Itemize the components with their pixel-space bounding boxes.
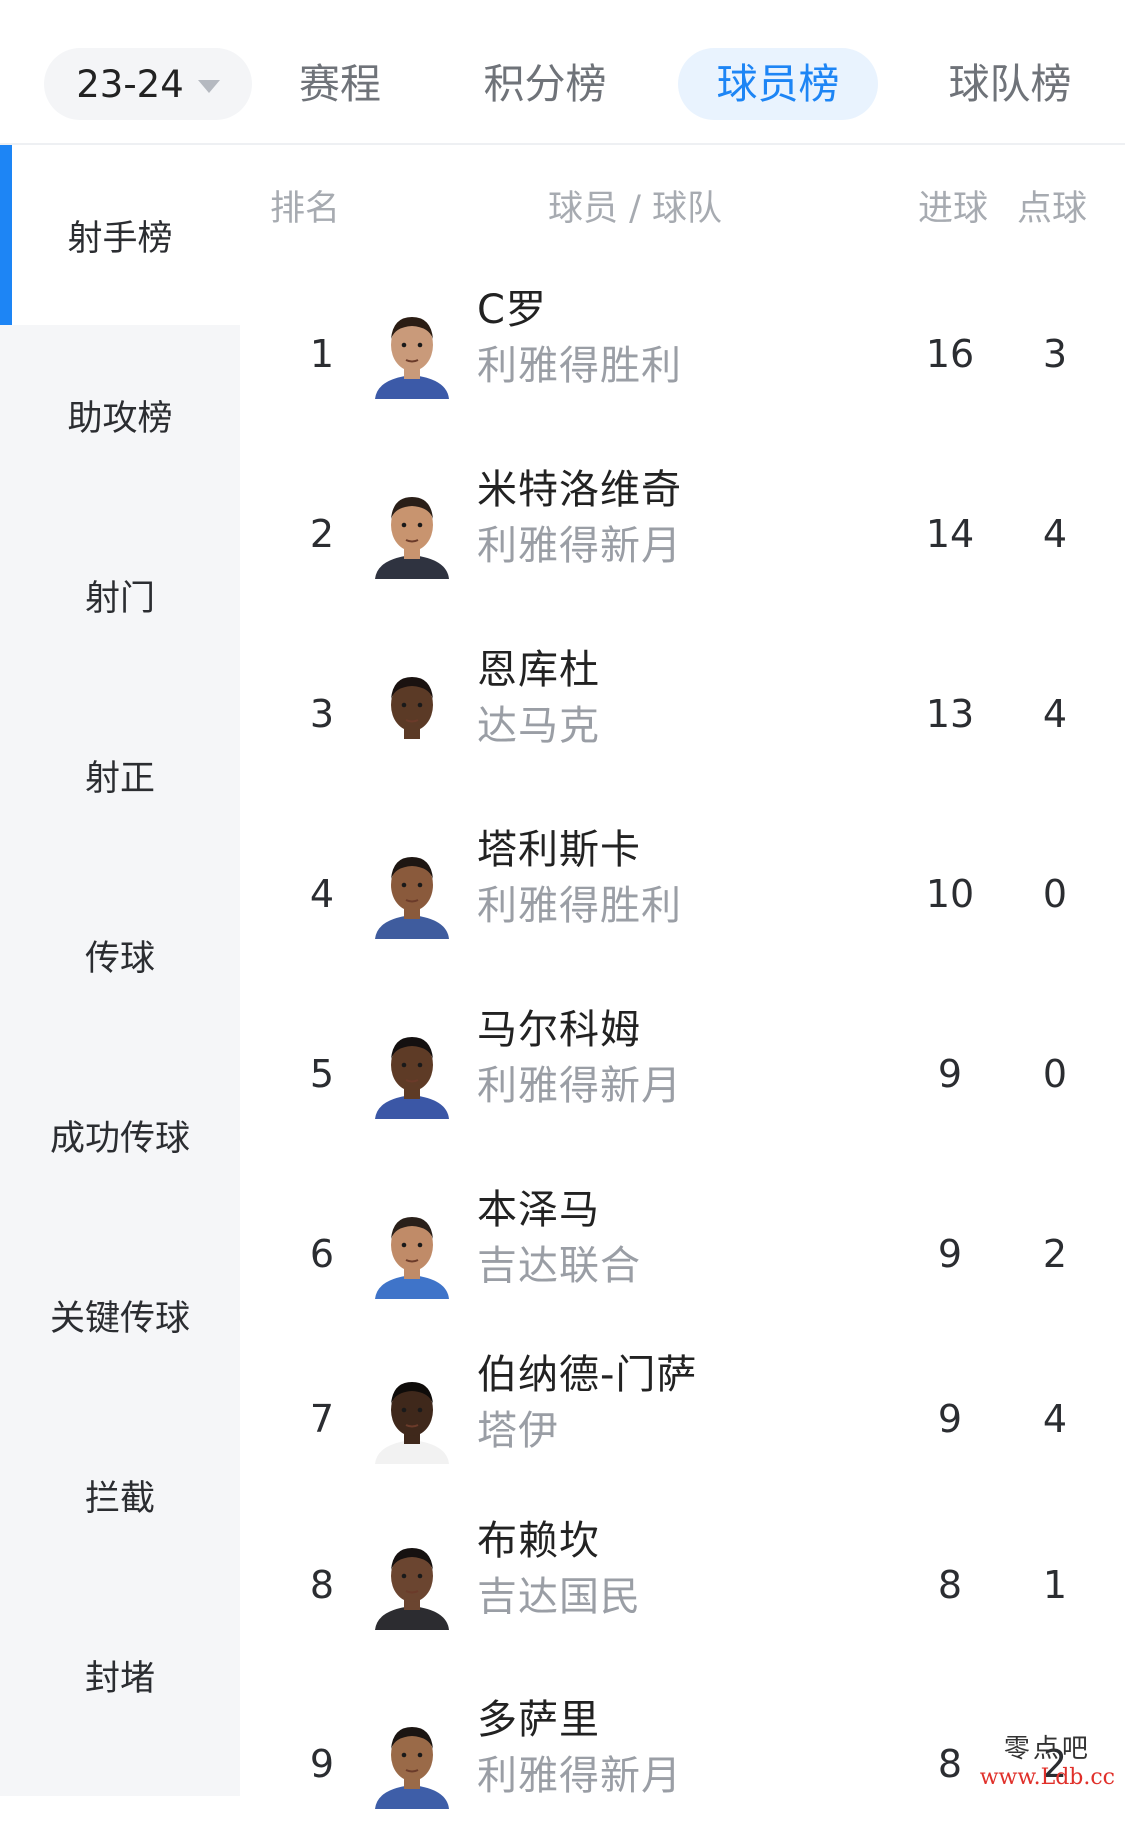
penalties-cell: 1 — [1042, 1563, 1068, 1607]
player-avatar — [373, 489, 451, 579]
penalties-cell: 4 — [1042, 692, 1068, 736]
table-row[interactable]: 5 马尔科姆 利雅得新月 9 0 — [240, 997, 1125, 1157]
team-name[interactable]: 利雅得胜利 — [477, 873, 682, 931]
goals-cell: 14 — [925, 512, 975, 556]
sidebar-item-label: 助攻榜 — [67, 398, 173, 439]
rank-cell: 8 — [309, 1563, 335, 1607]
season-selector[interactable]: 23-24 — [44, 48, 252, 120]
sidebar-item-assists[interactable]: 助攻榜 — [0, 325, 240, 505]
table-row[interactable]: 4 塔利斯卡 利雅得胜利 10 0 — [240, 817, 1125, 977]
sidebar-item-blocks[interactable]: 封堵 — [0, 1585, 240, 1765]
goals-cell: 9 — [937, 1232, 963, 1276]
sidebar-item-label: 成功传球 — [49, 1118, 190, 1159]
tab-team-rankings[interactable]: 球队榜 — [935, 48, 1085, 120]
rank-cell: 7 — [309, 1397, 335, 1441]
player-name[interactable]: 多萨里 — [477, 1687, 600, 1745]
team-name[interactable]: 达马克 — [477, 693, 600, 751]
sidebar-item-label: 关键传球 — [49, 1298, 190, 1339]
rank-cell: 2 — [309, 512, 335, 556]
sidebar-item-top-scorers[interactable]: 射手榜 — [0, 145, 240, 325]
player-name[interactable]: 恩库杜 — [477, 637, 600, 695]
team-name[interactable]: 利雅得新月 — [477, 513, 682, 571]
header-penalties: 点球 — [1017, 189, 1088, 229]
player-avatar — [373, 309, 451, 399]
penalties-cell: 0 — [1042, 1052, 1068, 1096]
player-name[interactable]: 本泽马 — [477, 1177, 600, 1235]
player-name[interactable]: 布赖坎 — [477, 1508, 600, 1566]
goals-cell: 8 — [937, 1563, 963, 1607]
player-avatar — [373, 1029, 451, 1119]
watermark-url: www.Ldb.cc — [979, 1765, 1115, 1790]
active-indicator — [0, 145, 12, 325]
season-label: 23-24 — [76, 62, 184, 106]
tab-standings[interactable]: 积分榜 — [470, 48, 620, 120]
player-name[interactable]: 米特洛维奇 — [477, 457, 682, 515]
sidebar-item-interceptions[interactable]: 拦截 — [0, 1405, 240, 1585]
tab-player-rankings[interactable]: 球员榜 — [678, 48, 878, 120]
rank-cell: 9 — [309, 1742, 335, 1786]
sidebar-item-shots[interactable]: 射门 — [0, 505, 240, 685]
table-row[interactable]: 1 C罗 利雅得胜利 16 3 — [240, 277, 1125, 437]
team-name[interactable]: 利雅得胜利 — [477, 333, 682, 391]
stat-category-sidebar: 射手榜 助攻榜 射门 射正 传球 成功传球 关键传球 拦截 封堵 — [0, 145, 240, 1796]
rank-cell: 3 — [309, 692, 335, 736]
sidebar-item-label: 射手榜 — [67, 218, 173, 259]
tab-schedule[interactable]: 赛程 — [280, 48, 400, 120]
penalties-cell: 3 — [1042, 332, 1068, 376]
table-row[interactable]: 2 米特洛维奇 利雅得新月 14 4 — [240, 457, 1125, 617]
goals-cell: 10 — [925, 872, 975, 916]
team-name[interactable]: 吉达国民 — [477, 1564, 641, 1622]
sidebar-item-key-passes[interactable]: 关键传球 — [0, 1225, 240, 1405]
player-name[interactable]: C罗 — [477, 277, 547, 335]
sidebar-item-shots-on-target[interactable]: 射正 — [0, 685, 240, 865]
player-name[interactable]: 马尔科姆 — [477, 997, 641, 1055]
sidebar-item-label: 传球 — [84, 938, 155, 979]
sidebar-item-passes[interactable]: 传球 — [0, 865, 240, 1045]
player-avatar — [373, 849, 451, 939]
player-name[interactable]: 伯纳德-门萨 — [477, 1342, 697, 1400]
goals-cell: 13 — [925, 692, 975, 736]
team-name[interactable]: 塔伊 — [477, 1398, 559, 1456]
table-row[interactable]: 7 伯纳德-门萨 塔伊 9 4 — [240, 1342, 1125, 1502]
header-player-team: 球员 / 球队 — [548, 189, 723, 229]
sidebar-item-label: 拦截 — [84, 1478, 155, 1519]
player-avatar — [373, 1209, 451, 1299]
sidebar-item-label: 封堵 — [84, 1658, 155, 1699]
player-avatar — [373, 1374, 451, 1464]
rank-cell: 5 — [309, 1052, 335, 1096]
goals-cell: 9 — [937, 1052, 963, 1096]
watermark-text: 零点吧 — [1003, 1734, 1091, 1764]
penalties-cell: 0 — [1042, 872, 1068, 916]
goals-cell: 9 — [937, 1397, 963, 1441]
player-avatar — [373, 1540, 451, 1630]
rank-cell: 4 — [309, 872, 335, 916]
table-row[interactable]: 8 布赖坎 吉达国民 8 1 — [240, 1508, 1125, 1668]
sidebar-item-successful-passes[interactable]: 成功传球 — [0, 1045, 240, 1225]
header-rank: 排名 — [270, 189, 341, 229]
team-name[interactable]: 吉达联合 — [477, 1233, 641, 1291]
rank-cell: 1 — [309, 332, 335, 376]
goals-cell: 16 — [925, 332, 975, 376]
team-name[interactable]: 利雅得新月 — [477, 1743, 682, 1801]
player-name[interactable]: 塔利斯卡 — [477, 817, 641, 875]
penalties-cell: 4 — [1042, 512, 1068, 556]
watermark: 零点吧 www.Ldb.cc — [980, 1728, 1115, 1790]
header-goals: 进球 — [918, 189, 989, 229]
penalties-cell: 2 — [1042, 1232, 1068, 1276]
sidebar-item-label: 射门 — [84, 578, 155, 619]
player-avatar — [373, 669, 451, 759]
rank-cell: 6 — [309, 1232, 335, 1276]
table-row[interactable]: 6 本泽马 吉达联合 9 2 — [240, 1177, 1125, 1337]
penalties-cell: 4 — [1042, 1397, 1068, 1441]
top-nav: 23-24 赛程 积分榜 球员榜 球队榜 — [0, 0, 1125, 145]
sidebar-item-label: 射正 — [84, 758, 155, 799]
table-row[interactable]: 3 恩库杜 达马克 13 4 — [240, 637, 1125, 797]
team-name[interactable]: 利雅得新月 — [477, 1053, 682, 1111]
chevron-down-icon — [197, 79, 220, 93]
